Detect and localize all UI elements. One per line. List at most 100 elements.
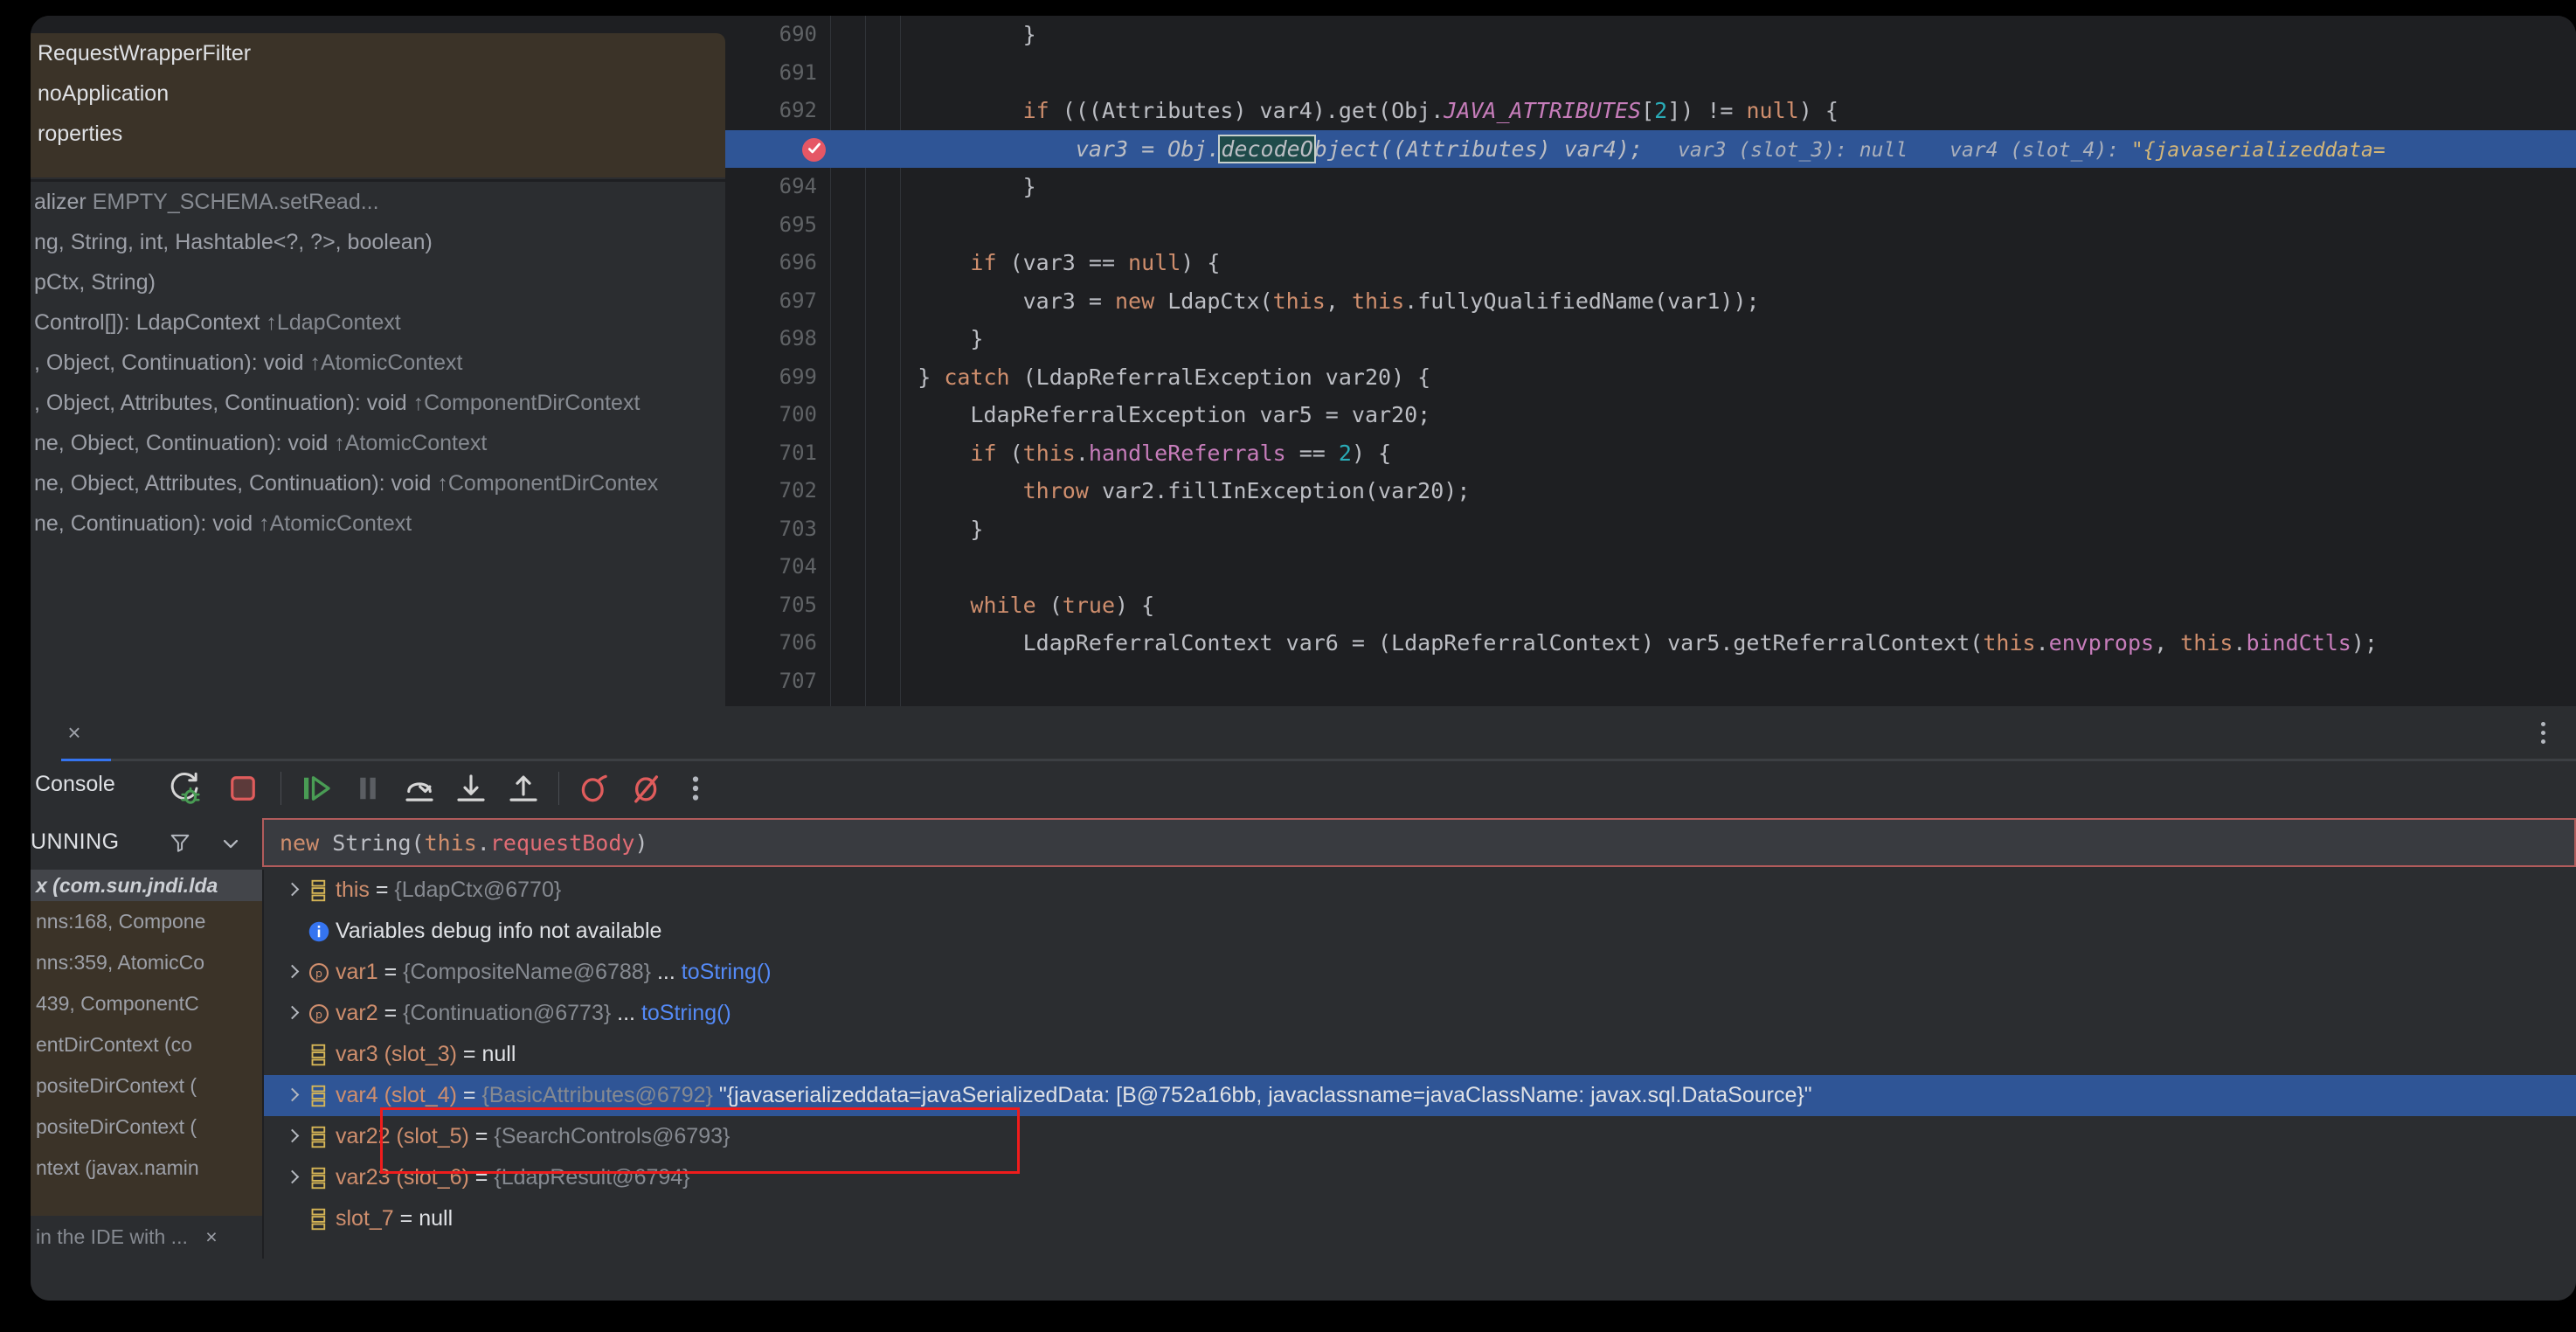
tab-console[interactable]: Console (35, 772, 115, 797)
outline-item[interactable]: , Object, Attributes, Continuation): voi… (31, 383, 725, 423)
view-breakpoints-button[interactable] (576, 770, 613, 807)
completion-popup[interactable]: RequestWrapperFilter noApplication roperti… (31, 33, 725, 177)
stack-frame-row[interactable]: nns:168, Compone (31, 901, 262, 942)
stop-button[interactable] (225, 770, 261, 807)
variable-equals: = (377, 1001, 404, 1025)
completion-item[interactable]: RequestWrapperFilter (31, 33, 725, 73)
line-number: 703 (779, 516, 817, 541)
variable-slot: (slot_3) (377, 1042, 457, 1066)
outline-item[interactable]: Control[]): LdapContext ↑LdapContext (31, 302, 725, 343)
variable-tostring-link[interactable]: toString() (682, 960, 772, 984)
stack-frame-row[interactable]: positeDirContext ( (31, 1107, 262, 1148)
breakpoint-icon[interactable] (802, 137, 826, 162)
expand-chevron-icon[interactable] (281, 952, 304, 993)
variable-row[interactable]: p var2 = {Continuation@6773} ... toString… (264, 993, 2576, 1034)
variable-row[interactable]: this = {LdapCtx@6770} (264, 870, 2576, 911)
code-line[interactable]: 692 if (((Attributes) var4).get(Obj.JAVA… (725, 92, 2576, 130)
ide-window: 690 } 691 692 if (((Attributes) var4).get(… (31, 16, 2576, 1301)
inline-debug-value: "{javaserializeddata= (2130, 138, 2386, 162)
variable-reference: {LdapResult@6794} (494, 1165, 690, 1190)
rerun-debug-button[interactable] (166, 770, 203, 807)
variable-row[interactable]: var22 (slot_5) = {SearchControls@6793} (264, 1116, 2576, 1157)
outline-item[interactable]: ne, Object, Continuation): void ↑AtomicC… (31, 423, 725, 463)
outline-item[interactable]: ne, Object, Attributes, Continuation): v… (31, 463, 725, 503)
frames-header: x (com.sun.jndi.lda (31, 870, 262, 901)
variable-equals: = (456, 1042, 482, 1066)
variables-tree[interactable]: this = {LdapCtx@6770} Variables debug in… (264, 870, 2576, 1259)
pause-button[interactable] (350, 770, 386, 807)
code-line[interactable]: 702 throw var2.fillInException(var20); (725, 472, 2576, 510)
expand-chevron-icon[interactable] (281, 1157, 304, 1198)
code-line[interactable]: var3 = Obj.decodeObject((Attributes) var… (725, 129, 2576, 168)
code-line[interactable]: 706 LdapReferralContext var6 = (LdapRefe… (725, 624, 2576, 663)
completion-item[interactable]: roperties (31, 114, 725, 154)
variable-reference: {SearchControls@6793} (494, 1124, 731, 1148)
outline-item[interactable]: ng, String, int, Hashtable<?, ?>, boolea… (31, 222, 725, 262)
expand-chevron-icon[interactable] (281, 1198, 304, 1239)
add-watch-icon[interactable] (2538, 832, 2567, 862)
expand-chevron-icon[interactable] (281, 1034, 304, 1075)
code-line[interactable]: 699 } catch (LdapReferralException var20… (725, 358, 2576, 397)
expand-chevron-icon[interactable] (281, 1116, 304, 1157)
expand-chevron-icon[interactable] (281, 1075, 304, 1116)
code-pane[interactable]: 690 } 691 692 if (((Attributes) var4).get(… (725, 16, 2576, 706)
outline-item[interactable]: , Object, Continuation): void ↑AtomicCon… (31, 343, 725, 383)
code-line[interactable]: 703 } (725, 510, 2576, 549)
stack-frame-row[interactable]: entDirContext (co (31, 1024, 262, 1065)
stack-frame-row[interactable]: 439, ComponentC (31, 983, 262, 1024)
debug-window-options-icon[interactable] (2529, 718, 2557, 746)
variable-name: var23 (336, 1165, 391, 1190)
close-icon[interactable]: × (61, 719, 87, 746)
structure-outline-panel[interactable]: alizer EMPTY_SCHEMA.setRead... ng, String… (31, 182, 725, 706)
expression-input[interactable]: new String(this.requestBody) (262, 818, 2576, 867)
outline-item[interactable]: alizer EMPTY_SCHEMA.setRead... (31, 182, 725, 222)
resume-button[interactable] (298, 770, 335, 807)
expand-chevron-icon[interactable] (281, 870, 304, 911)
variable-row[interactable]: var23 (slot_6) = {LdapResult@6794} (264, 1157, 2576, 1198)
variable-row[interactable]: var3 (slot_3) = null (264, 1034, 2576, 1075)
chevron-down-icon[interactable] (218, 831, 243, 856)
code-line[interactable]: 707 (725, 663, 2576, 701)
more-options-button[interactable] (677, 770, 714, 807)
expand-chevron-icon[interactable] (281, 911, 304, 952)
code-line[interactable]: 701 if (this.handleReferrals == 2) { (725, 434, 2576, 473)
completion-item[interactable]: noApplication (31, 73, 725, 114)
editor-area: 690 } 691 692 if (((Attributes) var4).get(… (31, 16, 2576, 706)
step-into-button[interactable] (453, 770, 489, 807)
expand-chevron-icon[interactable] (281, 993, 304, 1034)
variable-row[interactable]: Variables debug info not available (264, 911, 2576, 952)
step-over-button[interactable] (401, 770, 438, 807)
variable-row[interactable]: p var1 = {CompositeName@6788} ... toStrin… (264, 952, 2576, 993)
mute-breakpoints-button[interactable] (628, 770, 665, 807)
outline-item[interactable]: pCtx, String) (31, 262, 725, 302)
variable-name: var22 (336, 1124, 391, 1148)
code-line[interactable]: 697 var3 = new LdapCtx(this, this.fullyQ… (725, 282, 2576, 321)
line-number: 692 (779, 98, 817, 122)
code-line[interactable]: 691 (725, 54, 2576, 93)
variable-row[interactable]: slot_7 = null (264, 1198, 2576, 1239)
code-line[interactable]: 690 } (725, 16, 2576, 54)
code-line[interactable]: 705 while (true) { (725, 586, 2576, 625)
code-line[interactable]: 704 (725, 548, 2576, 586)
variable-tostring-link[interactable]: toString() (641, 1001, 731, 1025)
code-line[interactable]: 695 (725, 206, 2576, 245)
filter-icon[interactable] (168, 830, 192, 855)
variable-row[interactable]: var4 (slot_4) = {BasicAttributes@6792} "… (264, 1075, 2576, 1116)
variable-name: slot_7 (336, 1206, 394, 1231)
code-line[interactable]: 698 } (725, 320, 2576, 358)
step-out-button[interactable] (505, 770, 542, 807)
field-icon (304, 1198, 336, 1239)
outline-item[interactable]: ne, Continuation): void ↑AtomicContext (31, 503, 725, 544)
frames-panel[interactable]: x (com.sun.jndi.lda nns:168, Compone nns:… (31, 870, 262, 1259)
line-number: 702 (779, 478, 817, 503)
code-line-text: if (var3 == null) { (970, 250, 1221, 275)
code-line[interactable]: 696 if (var3 == null) { (725, 244, 2576, 282)
frames-footer[interactable]: in the IDE with ... × (31, 1216, 262, 1259)
stack-frame-row[interactable]: ntext (javax.namin (31, 1148, 262, 1189)
frames-footer-close-icon[interactable]: × (205, 1225, 217, 1248)
frames-list[interactable]: nns:168, Compone nns:359, AtomicCo 439, Co… (31, 901, 262, 1216)
stack-frame-row[interactable]: nns:359, AtomicCo (31, 942, 262, 983)
code-line[interactable]: 694 } (725, 168, 2576, 206)
code-line[interactable]: 700 LdapReferralException var5 = var20; (725, 396, 2576, 434)
stack-frame-row[interactable]: positeDirContext ( (31, 1065, 262, 1107)
